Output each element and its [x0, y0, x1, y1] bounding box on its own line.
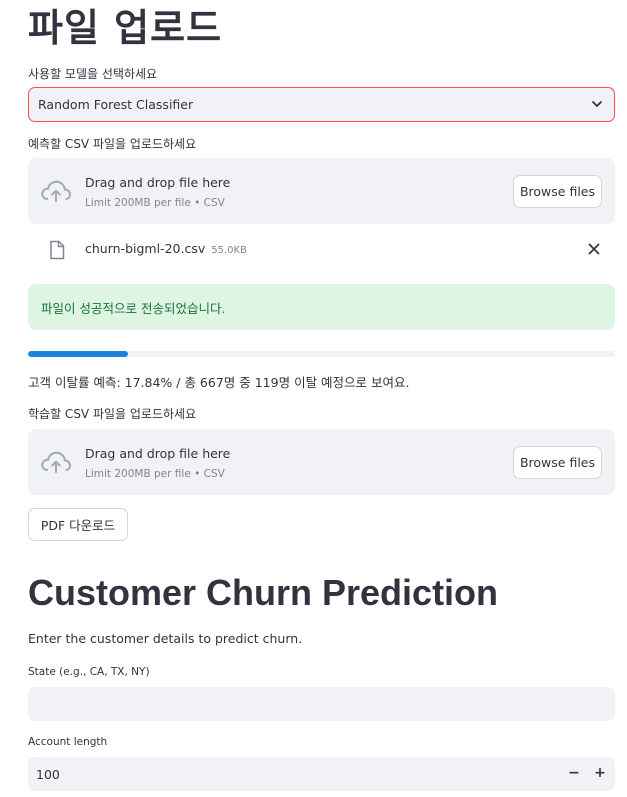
- dropzone-instruction: Drag and drop file here: [85, 175, 231, 190]
- account-length-label: Account length: [28, 736, 108, 748]
- train-upload-label: 학습할 CSV 파일을 업로드하세요: [28, 407, 197, 421]
- dropzone-limit: Limit 200MB per file • CSV: [85, 468, 225, 480]
- cloud-upload-icon: [41, 180, 72, 202]
- dropzone-limit: Limit 200MB per file • CSV: [85, 197, 225, 209]
- state-input[interactable]: [28, 687, 615, 721]
- predict-file-dropzone[interactable]: Drag and drop file here Limit 200MB per …: [28, 158, 615, 224]
- train-file-dropzone[interactable]: Drag and drop file here Limit 200MB per …: [28, 429, 615, 495]
- churn-description: Enter the customer details to predict ch…: [28, 631, 303, 646]
- model-select[interactable]: Random Forest Classifier: [28, 87, 615, 122]
- pdf-download-button[interactable]: PDF 다운로드: [28, 508, 128, 541]
- browse-files-button[interactable]: Browse files: [513, 175, 602, 208]
- model-select-value: Random Forest Classifier: [38, 97, 194, 112]
- uploaded-file-name: churn-bigml-20.csv: [85, 241, 206, 256]
- uploaded-file-size: 55.0KB: [211, 245, 247, 256]
- model-select-label: 사용할 모델을 선택하세요: [28, 67, 158, 81]
- churn-title: Customer Churn Prediction: [28, 572, 499, 613]
- progress-bar: [28, 351, 615, 357]
- dropzone-instruction: Drag and drop file here: [85, 446, 231, 461]
- uploaded-file-info: churn-bigml-20.csv 55.0KB: [85, 241, 247, 256]
- uploaded-file-row: churn-bigml-20.csv 55.0KB: [28, 234, 615, 268]
- file-icon: [50, 240, 65, 260]
- progress-bar-fill: [28, 351, 128, 357]
- browse-files-button[interactable]: Browse files: [513, 446, 602, 479]
- cloud-upload-icon: [41, 451, 72, 473]
- chevron-down-icon: [592, 101, 602, 107]
- predict-upload-label: 예측할 CSV 파일을 업로드하세요: [28, 137, 197, 151]
- page-title: 파일 업로드: [28, 6, 223, 50]
- account-length-decrement-button[interactable]: −: [562, 758, 586, 788]
- success-message: 파일이 성공적으로 전송되었습니다.: [41, 301, 226, 316]
- state-label: State (e.g., CA, TX, NY): [28, 666, 150, 678]
- close-icon[interactable]: [587, 242, 601, 256]
- success-alert: 파일이 성공적으로 전송되었습니다.: [28, 284, 615, 330]
- account-length-input[interactable]: [28, 757, 615, 791]
- prediction-result-text: 고객 이탈률 예측: 17.84% / 총 667명 중 119명 이탈 예정으…: [28, 375, 410, 390]
- account-length-increment-button[interactable]: +: [588, 758, 612, 788]
